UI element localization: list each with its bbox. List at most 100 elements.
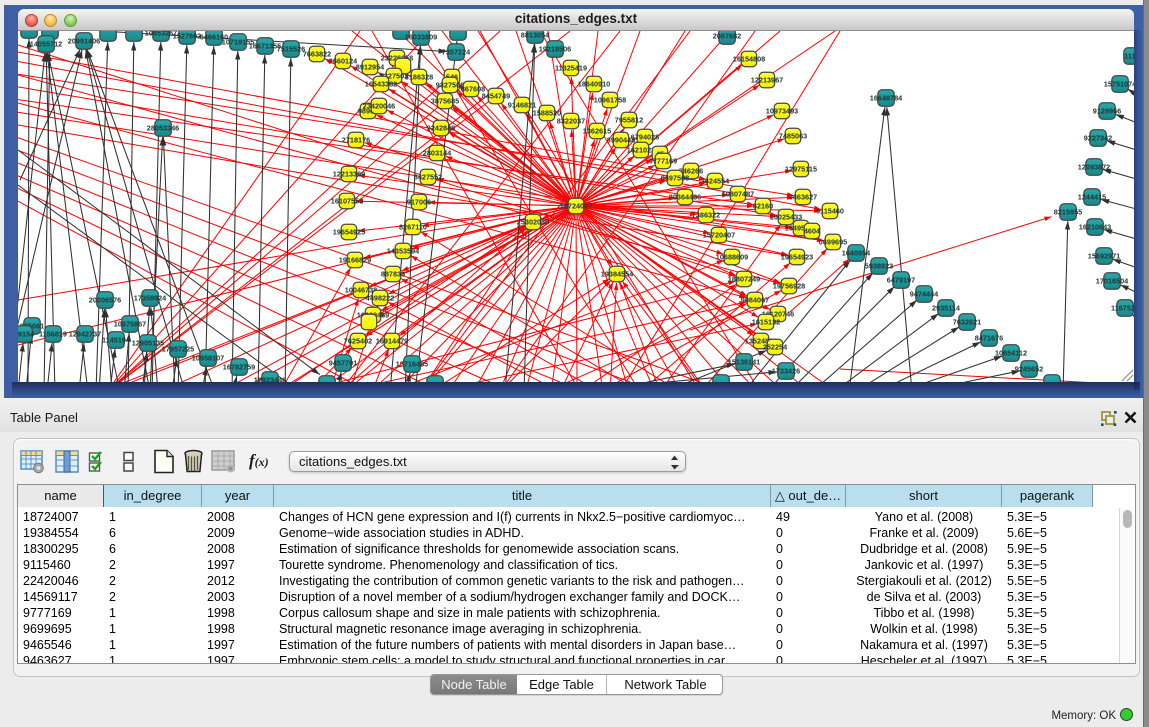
svg-text:17016504: 17016504 (1096, 276, 1129, 285)
svg-text:7955812: 7955812 (615, 115, 643, 124)
svg-text:9660124: 9660124 (329, 56, 358, 65)
svg-text:8427552: 8427552 (414, 172, 442, 181)
svg-text:20206576: 20206576 (89, 295, 121, 304)
svg-text:16107553: 16107553 (331, 196, 363, 205)
svg-text:12213967: 12213967 (751, 75, 783, 84)
svg-text:2087682: 2087682 (713, 31, 741, 40)
svg-text:1362615: 1362615 (583, 126, 611, 135)
svg-text:4498222: 4498222 (366, 293, 394, 302)
svg-text:8322037: 8322037 (557, 116, 585, 125)
svg-text:9474444: 9474444 (910, 289, 939, 298)
svg-text:16154808: 16154808 (733, 54, 765, 63)
svg-text:18640910: 18640910 (578, 79, 610, 88)
svg-text:10654112: 10654112 (995, 348, 1027, 357)
svg-text:1156819: 1156819 (39, 329, 67, 338)
svg-text:10975867: 10975867 (114, 319, 146, 328)
svg-text:9777169: 9777169 (649, 156, 677, 165)
svg-text:8912954: 8912954 (356, 62, 385, 71)
svg-text:3624554: 3624554 (701, 176, 730, 185)
svg-text:16914479: 16914479 (376, 336, 408, 345)
svg-text:12975115: 12975115 (785, 164, 817, 173)
svg-text:10958107: 10958107 (192, 353, 224, 362)
svg-text:2803144: 2803144 (423, 148, 452, 157)
svg-text:917006: 917006 (407, 197, 431, 206)
svg-text:15692971: 15692971 (1088, 251, 1120, 260)
svg-text:8471676: 8471676 (975, 333, 1003, 342)
svg-text:12942737: 12942737 (69, 329, 101, 338)
svg-text:10688609: 10688609 (716, 252, 748, 261)
svg-text:12905135: 12905135 (132, 338, 164, 347)
svg-text:15716485: 15716485 (396, 359, 428, 368)
svg-text:7386322: 7386322 (692, 210, 720, 219)
svg-text:8813054: 8813054 (521, 31, 550, 39)
svg-text:20991406: 20991406 (68, 36, 100, 45)
svg-text:2935114: 2935114 (932, 303, 961, 312)
svg-text:1244415: 1244415 (1078, 192, 1106, 201)
svg-text:9245652: 9245652 (1015, 364, 1043, 373)
svg-text:9115460: 9115460 (816, 206, 844, 215)
svg-text:8186328: 8186328 (405, 72, 433, 81)
svg-text:6479197: 6479197 (887, 275, 915, 284)
svg-text:12213369: 12213369 (333, 169, 365, 178)
svg-text:7485063: 7485063 (779, 131, 807, 140)
svg-text:17359924: 17359924 (134, 293, 167, 302)
svg-text:10973493: 10973493 (766, 106, 798, 115)
svg-text:14353594: 14353594 (387, 246, 420, 255)
svg-text:16033809: 16033809 (405, 32, 437, 41)
svg-text:19218506: 19218506 (539, 44, 571, 53)
svg-text:19166829: 19166829 (339, 255, 371, 264)
svg-text:10961758: 10961758 (594, 95, 626, 104)
svg-text:2718176: 2718176 (342, 135, 370, 144)
svg-text:1621022: 1621022 (627, 145, 655, 154)
svg-text:7632621: 7632621 (953, 317, 981, 326)
svg-text:39154: 39154 (18, 329, 35, 338)
svg-text:0699695: 0699695 (819, 237, 847, 246)
svg-text:6794028: 6794028 (631, 132, 659, 141)
svg-text:25302035: 25302035 (517, 217, 549, 226)
svg-text:19654923: 19654923 (781, 252, 813, 261)
svg-text:8267110: 8267110 (399, 222, 427, 231)
svg-text:15751074: 15751074 (1104, 79, 1134, 88)
svg-text:62160: 62160 (753, 201, 773, 210)
svg-text:16648784: 16648784 (870, 93, 903, 102)
svg-text:10807487: 10807487 (722, 189, 754, 198)
svg-text:19654925: 19654925 (333, 227, 365, 236)
svg-text:12093872: 12093872 (1078, 162, 1110, 171)
svg-text:8454749: 8454749 (482, 91, 510, 100)
svg-text:28053346: 28053346 (147, 123, 179, 132)
svg-text:18807249: 18807249 (728, 274, 760, 283)
svg-text:16782759: 16782759 (223, 362, 255, 371)
svg-text:4604: 4604 (804, 226, 821, 235)
svg-text:16210643: 16210643 (1079, 222, 1111, 231)
svg-text:252254: 252254 (763, 342, 788, 351)
svg-text:16543382: 16543382 (365, 79, 397, 88)
svg-text:9463627: 9463627 (789, 192, 817, 201)
svg-text:20364436: 20364436 (669, 192, 701, 201)
svg-text:15720407: 15720407 (703, 230, 735, 239)
svg-text:15136141: 15136141 (728, 357, 760, 366)
svg-text:1167533: 1167533 (1111, 303, 1134, 312)
svg-text:7625402: 7625402 (344, 336, 372, 345)
svg-text:1112: 1112 (1124, 51, 1134, 60)
svg-text:7515526: 7515526 (277, 44, 305, 53)
svg-text:9227342: 9227342 (1084, 133, 1112, 142)
svg-text:1527602: 1527602 (173, 31, 201, 40)
svg-text:1615132: 1615132 (752, 317, 780, 326)
svg-text:7663822: 7663822 (303, 49, 331, 58)
svg-text:1733426: 1733426 (772, 366, 800, 375)
svg-text:9129966: 9129966 (1093, 106, 1121, 115)
svg-text:18724007: 18724007 (560, 201, 592, 210)
svg-text:17957225: 17957225 (162, 344, 194, 353)
svg-text:11325419: 11325419 (555, 63, 587, 72)
svg-text:19384554: 19384554 (601, 269, 634, 278)
svg-text:7357224: 7357224 (442, 47, 471, 56)
svg-text:887833: 887833 (381, 269, 405, 278)
svg-text:6497568: 6497568 (661, 173, 689, 182)
svg-text:9457791: 9457791 (329, 358, 357, 367)
svg-text:9242848: 9242848 (427, 123, 455, 132)
svg-text:8215955: 8215955 (1054, 207, 1082, 216)
svg-text:9084067: 9084067 (741, 295, 769, 304)
svg-text:14055712: 14055712 (30, 39, 62, 48)
svg-text:12923448: 12923448 (254, 375, 286, 382)
svg-text:19756928: 19756928 (773, 281, 805, 290)
